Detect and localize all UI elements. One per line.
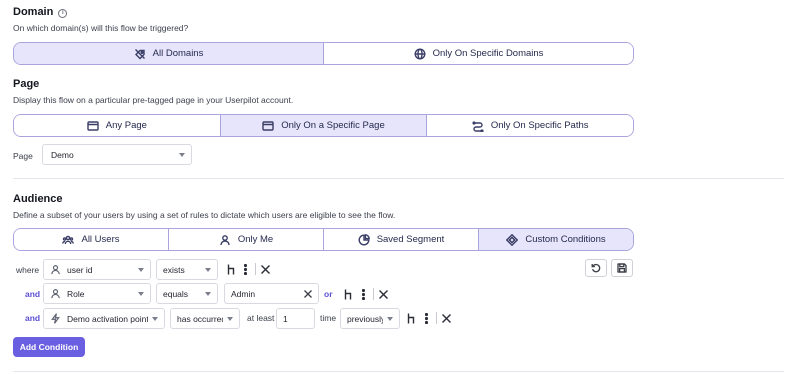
page-selector: Any Page Only On a Specific Page Only On… (13, 114, 634, 137)
domain-option-all-label: All Domains (152, 48, 204, 59)
chevron-down-icon (138, 267, 144, 272)
audience-option-only-me[interactable]: Only Me (168, 229, 323, 250)
more-vertical-icon[interactable] (241, 263, 249, 275)
condition-1-field-select[interactable]: user id (43, 259, 151, 280)
info-icon[interactable]: i (58, 8, 68, 18)
page-option-paths[interactable]: Only On Specific Paths (426, 115, 633, 136)
user-icon (220, 234, 230, 245)
domain-selector: All Domains Only On Specific Domains (13, 42, 634, 65)
browser-window-icon (262, 120, 274, 131)
audience-option-all-users-label: All Users (81, 234, 120, 245)
chevron-down-icon (227, 316, 233, 321)
chevron-down-icon (179, 152, 185, 157)
page-option-any-label: Any Page (105, 120, 147, 131)
reset-button[interactable] (585, 259, 607, 277)
users-group-icon (62, 235, 75, 244)
condition-3-operator-value: has occurred (177, 313, 223, 324)
or-button[interactable]: or (324, 289, 333, 299)
browser-window-icon (87, 120, 99, 131)
chevron-down-icon (205, 291, 211, 296)
audience-option-custom-conditions[interactable]: Custom Conditions (478, 229, 633, 250)
fork-branch-icon[interactable] (406, 312, 416, 324)
save-icon (617, 263, 627, 273)
more-vertical-icon[interactable] (422, 312, 430, 324)
chevron-down-icon (387, 316, 393, 321)
audience-selector: All Users Only Me Saved Segment Custom C… (13, 228, 634, 251)
close-icon[interactable] (441, 312, 452, 324)
audience-option-custom-conditions-label: Custom Conditions (525, 234, 606, 245)
condition-connector-and: and (25, 313, 41, 323)
time-label: time (320, 313, 337, 323)
condition-3-field-select[interactable]: Demo activation point (43, 308, 165, 329)
condition-2-operator-select[interactable]: equals (156, 283, 218, 304)
condition-3-field-value: Demo activation point (67, 313, 148, 324)
audience-option-all-users[interactable]: All Users (14, 229, 168, 250)
condition-1-operator-select[interactable]: exists (156, 259, 218, 280)
close-icon[interactable] (378, 288, 389, 300)
condition-2-operator-value: equals (163, 288, 189, 299)
pie-segment-icon (358, 233, 370, 245)
audience-description: Define a subset of your users by using a… (13, 210, 396, 220)
page-description: Display this flow on a particular pre-ta… (13, 95, 294, 105)
page-option-specific[interactable]: Only On a Specific Page (219, 115, 427, 136)
at-least-label: at least (247, 313, 275, 323)
page-select-label: Page (13, 151, 33, 161)
section-divider (13, 371, 784, 372)
page-option-paths-label: Only On Specific Paths (490, 120, 589, 131)
condition-connector-where: where (16, 265, 40, 275)
condition-3-count-value: 1 (283, 313, 288, 324)
condition-1-field-value: user id (67, 264, 93, 275)
page-option-specific-label: Only On a Specific Page (281, 120, 385, 131)
save-button[interactable] (611, 259, 633, 277)
chevron-down-icon (205, 267, 211, 272)
action-separator (373, 288, 374, 300)
path-route-icon (472, 120, 484, 132)
add-condition-button[interactable]: Add Condition (13, 337, 85, 357)
condition-2-field-value: Role (67, 288, 85, 299)
page-section-title: Page (13, 78, 40, 90)
domain-option-specific-label: Only On Specific Domains (432, 48, 544, 59)
domain-description: On which domain(s) will this flow be tri… (13, 23, 189, 33)
domain-option-all[interactable]: All Domains (14, 43, 323, 64)
lightning-icon (51, 313, 60, 324)
chevron-down-icon (138, 291, 144, 296)
domain-title-text: Domain (13, 6, 54, 18)
refresh-icon (591, 263, 601, 273)
chevron-down-icon (152, 316, 158, 321)
more-vertical-icon[interactable] (359, 288, 367, 300)
user-icon (51, 265, 60, 275)
page-select-value: Demo (51, 149, 74, 160)
domain-title: Domain i (13, 6, 68, 18)
action-separator (436, 312, 437, 324)
audience-option-only-me-label: Only Me (237, 234, 274, 245)
section-divider (13, 178, 784, 179)
audience-option-saved-segment[interactable]: Saved Segment (323, 229, 478, 250)
fork-branch-icon[interactable] (343, 288, 353, 300)
user-icon (51, 289, 60, 299)
audience-title: Audience (13, 193, 63, 205)
condition-3-period-value: previously (347, 313, 383, 324)
globe-icon (414, 47, 426, 60)
condition-2-value-text: Admin (231, 288, 256, 299)
condition-2-field-select[interactable]: Role (43, 283, 151, 304)
action-separator (255, 263, 256, 275)
close-icon[interactable] (260, 263, 271, 275)
condition-3-operator-select[interactable]: has occurred (170, 308, 240, 329)
diamond-conditions-icon (506, 233, 519, 246)
fork-branch-icon[interactable] (226, 263, 236, 275)
page-option-any[interactable]: Any Page (14, 115, 220, 136)
domain-option-specific[interactable]: Only On Specific Domains (323, 43, 633, 64)
condition-connector-and: and (25, 289, 41, 299)
page-select[interactable]: Demo (42, 144, 192, 165)
condition-3-period-select[interactable]: previously (340, 308, 400, 329)
condition-1-operator-value: exists (163, 264, 185, 275)
condition-2-value-input[interactable]: Admin (224, 283, 319, 304)
domain-tag-icon (134, 48, 145, 59)
clear-icon[interactable] (304, 289, 312, 298)
audience-option-saved-segment-label: Saved Segment (376, 234, 445, 245)
condition-3-count-input[interactable]: 1 (276, 308, 315, 329)
